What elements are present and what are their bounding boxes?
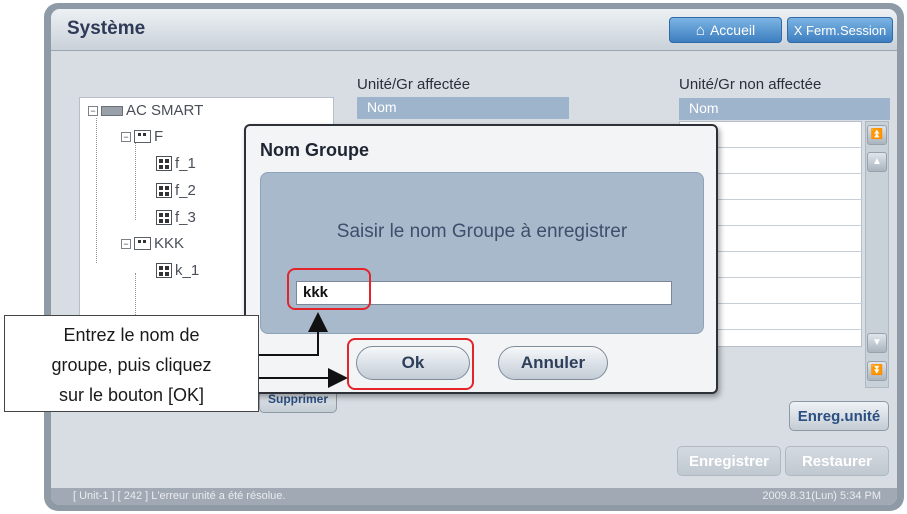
assigned-label: Unité/Gr affectée xyxy=(357,76,471,93)
group-name-dialog: Nom Groupe Saisir le nom Groupe à enregi… xyxy=(244,124,718,394)
tree-node-label: KKK xyxy=(154,235,185,252)
tree-node-label: F xyxy=(154,128,164,145)
header-bar: Système ⌂ Accueil X Ferm.Session xyxy=(51,9,897,51)
group-icon xyxy=(134,237,151,250)
list-scroll-down-button[interactable]: ▼ xyxy=(867,333,887,353)
list-scroll-top-button[interactable]: ⏫ xyxy=(867,125,887,145)
tree-node-f3[interactable]: f_3 xyxy=(156,209,196,226)
save-button[interactable]: Enregistrer xyxy=(677,446,781,476)
controller-icon xyxy=(101,105,123,116)
tree-node-group-kkk[interactable]: − KKK xyxy=(121,235,184,252)
group-icon xyxy=(134,130,151,143)
list-scroll-up-button[interactable]: ▲ xyxy=(867,152,887,172)
save-unit-button[interactable]: Enreg.unité xyxy=(789,401,889,431)
instruction-callout: Entrez le nom de groupe, puis cliquez su… xyxy=(4,315,259,412)
status-message: [ Unit-1 ] [ 242 ] L'erreur unité a été … xyxy=(73,490,286,502)
callout-line: Entrez le nom de xyxy=(63,325,200,345)
home-button-label: Accueil xyxy=(709,22,756,38)
unassigned-label: Unité/Gr non affectée xyxy=(679,76,822,93)
unassigned-column-header: Nom xyxy=(679,98,890,120)
callout-line: sur le bouton [OK] xyxy=(58,385,205,405)
dialog-title: Nom Groupe xyxy=(260,140,370,160)
collapse-icon[interactable]: − xyxy=(88,105,98,116)
assigned-column-header: Nom xyxy=(357,97,569,119)
dialog-prompt: Saisir le nom Groupe à enregistrer xyxy=(336,221,628,242)
list-scroll-bottom-button[interactable]: ⏬ xyxy=(867,361,887,381)
collapse-icon[interactable]: − xyxy=(121,238,131,249)
tree-node-label: AC SMART xyxy=(126,102,204,119)
unit-icon xyxy=(156,183,172,198)
unit-icon xyxy=(156,263,172,278)
ok-highlight xyxy=(347,338,474,390)
tree-node-label: f_2 xyxy=(175,182,196,199)
tree-node-label: f_1 xyxy=(175,155,196,172)
callout-line: groupe, puis cliquez xyxy=(51,355,212,375)
tree-node-group-f[interactable]: − F xyxy=(121,128,163,145)
tree-node-label: k_1 xyxy=(175,262,200,279)
tree-node-label: f_3 xyxy=(175,209,196,226)
tree-node-root[interactable]: − AC SMART xyxy=(88,102,203,119)
collapse-icon[interactable]: − xyxy=(121,131,131,142)
home-icon: ⌂ xyxy=(695,21,705,39)
tree-node-f1[interactable]: f_1 xyxy=(156,155,196,172)
status-time: 2009.8.31(Lun) 5:34 PM xyxy=(762,490,881,502)
tree-node-k1[interactable]: k_1 xyxy=(156,262,199,279)
page-title: Système xyxy=(67,18,146,39)
cancel-button[interactable]: Annuler xyxy=(498,346,608,380)
unit-icon xyxy=(156,210,172,225)
logout-button[interactable]: X Ferm.Session xyxy=(787,17,893,43)
tree-node-f2[interactable]: f_2 xyxy=(156,182,196,199)
restore-button[interactable]: Restaurer xyxy=(785,446,889,476)
status-bar: [ Unit-1 ] [ 242 ] L'erreur unité a été … xyxy=(51,488,897,505)
input-highlight xyxy=(287,268,371,310)
unit-icon xyxy=(156,156,172,171)
home-button[interactable]: ⌂ Accueil xyxy=(669,17,782,43)
